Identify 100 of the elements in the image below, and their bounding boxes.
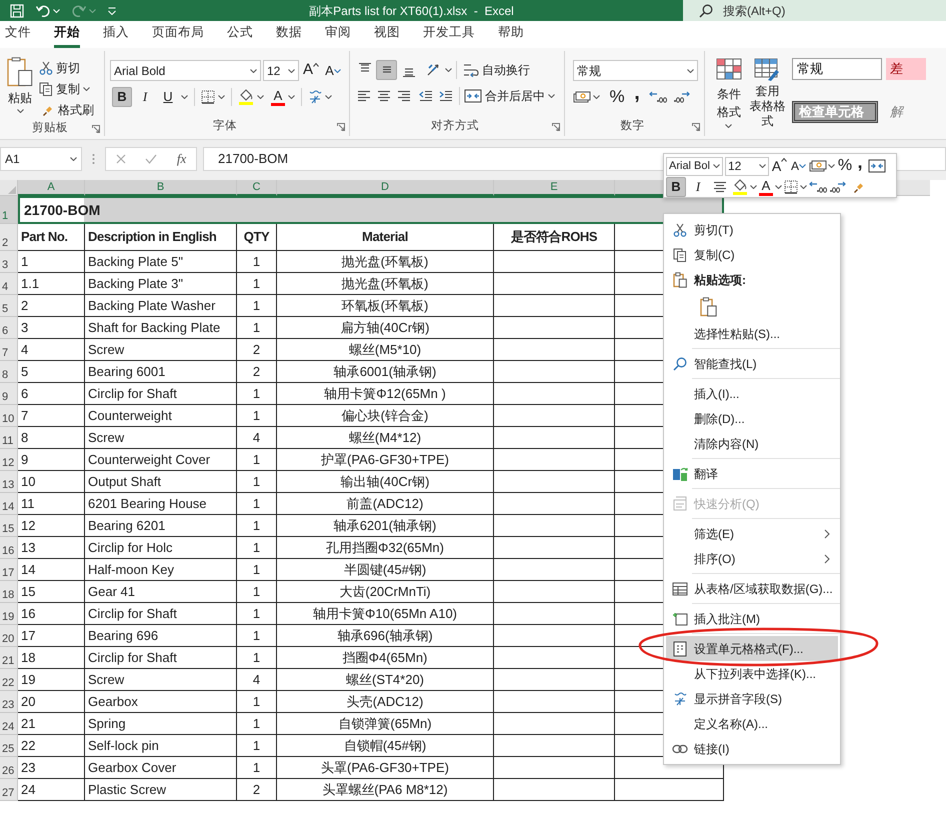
menu-item[interactable]: 插入批注(M) (666, 606, 838, 631)
row-header[interactable]: 14 (0, 493, 18, 515)
menu-item[interactable]: 翻译 (666, 461, 838, 486)
paste-button[interactable]: 粘贴 (4, 57, 36, 120)
copy-button[interactable]: 复制 (39, 78, 94, 99)
format-as-table-button[interactable]: 套用 表格格式 (748, 58, 786, 139)
customize-toolbar-button[interactable] (108, 6, 116, 14)
wrap-text-button[interactable]: 自动换行 (463, 60, 530, 80)
copy-icon (39, 82, 53, 96)
menu-item[interactable]: 复制(C) (666, 242, 838, 267)
row-header[interactable]: 4 (0, 273, 18, 295)
percent-button[interactable]: % (608, 87, 626, 107)
menu-item[interactable]: 智能查找(L) (666, 351, 838, 376)
cut-button[interactable]: 剪切 (39, 57, 94, 78)
row-header[interactable]: 19 (0, 603, 18, 625)
column-header[interactable]: C (237, 180, 277, 196)
search-box[interactable]: 搜索(Alt+Q) (683, 0, 946, 21)
bold-button[interactable]: B (666, 177, 686, 197)
fill-color-button[interactable] (238, 87, 264, 107)
row-header[interactable]: 12 (0, 449, 18, 471)
row-header[interactable]: 16 (0, 537, 18, 559)
ribbon-tab[interactable]: 视图 (374, 23, 400, 48)
font-size-field[interactable]: 12 (263, 60, 299, 81)
italic-button[interactable]: I (688, 177, 708, 197)
menu-item[interactable]: 删除(D)... (666, 406, 838, 431)
row-header[interactable]: 2 (0, 224, 18, 251)
name-box[interactable]: A1 (0, 147, 82, 171)
row-header[interactable]: 9 (0, 383, 18, 405)
column-header[interactable]: E (494, 180, 615, 196)
dialog-launcher-button[interactable] (692, 123, 700, 131)
title-cell[interactable]: 21700-BOM (18, 196, 724, 224)
search-field[interactable]: 搜索(Alt+Q) (723, 2, 873, 20)
row-header[interactable]: 11 (0, 427, 18, 449)
ribbon-tab[interactable]: 插入 (103, 23, 129, 48)
menu-item[interactable]: 设置单元格格式(F)... (666, 636, 838, 661)
font-size-field[interactable]: 12 (725, 156, 769, 176)
bold-button[interactable]: B (112, 87, 132, 107)
row-header[interactable]: 18 (0, 581, 18, 603)
menu-item[interactable]: 插入(I)... (666, 381, 838, 406)
row-header[interactable]: 3 (0, 251, 18, 273)
ribbon-tab[interactable]: 数据 (276, 23, 302, 48)
row-header[interactable]: 22 (0, 669, 18, 691)
row-header[interactable]: 10 (0, 405, 18, 427)
number-format-field[interactable]: 常规 (573, 60, 698, 81)
row-header[interactable]: 20 (0, 625, 18, 647)
column-header[interactable]: B (85, 180, 237, 196)
row-header[interactable]: 5 (0, 295, 18, 317)
row-header[interactable]: 21 (0, 647, 18, 669)
menu-item[interactable]: 筛选(E) (666, 521, 838, 546)
middle-align-button[interactable] (376, 60, 397, 80)
ribbon-tab[interactable]: 开发工具 (423, 23, 475, 48)
row-header[interactable]: 24 (0, 713, 18, 735)
row-header[interactable]: 15 (0, 515, 18, 537)
menu-item[interactable]: 定义名称(A)... (666, 711, 838, 736)
dialog-launcher-button[interactable] (552, 123, 560, 131)
row-header[interactable]: 25 (0, 735, 18, 757)
merge-center-button[interactable]: 合并后居中 (464, 86, 555, 106)
ribbon-tab[interactable]: 审阅 (325, 23, 351, 48)
row-header[interactable]: 8 (0, 361, 18, 383)
row-header[interactable]: 6 (0, 317, 18, 339)
dialog-launcher-button[interactable] (92, 124, 100, 133)
menu-item[interactable]: 链接(I) (666, 736, 838, 761)
save-button[interactable] (10, 4, 24, 18)
menu-item[interactable]: 清除内容(N) (666, 431, 838, 456)
shrink-font-button[interactable]: A (323, 60, 343, 80)
menu-item[interactable]: 从表格/区域获取数据(G)... (666, 576, 838, 601)
row-header[interactable]: 17 (0, 559, 18, 581)
row-header[interactable]: 1 (0, 196, 18, 224)
ribbon-tab[interactable]: 页面布局 (152, 23, 204, 48)
font-color-button[interactable]: A (271, 87, 295, 107)
menu-item[interactable]: 从下拉列表中选择(K)... (666, 661, 838, 686)
menu-item[interactable]: 选择性粘贴(S)... (666, 321, 838, 346)
font-color-button[interactable]: A (759, 177, 782, 197)
ribbon-tab[interactable]: 文件 (5, 23, 31, 48)
font-name-field[interactable]: Arial Bold (110, 60, 261, 81)
format-painter-button[interactable]: 格式刷 (39, 99, 94, 120)
font-name-field[interactable]: Arial Bol (666, 156, 723, 176)
row-header[interactable]: 7 (0, 339, 18, 361)
cell-style-option[interactable]: 常规 (792, 58, 882, 80)
undo-button[interactable] (36, 4, 60, 17)
fill-color-button[interactable] (732, 177, 757, 197)
cell-style-option[interactable]: 解 (886, 100, 926, 122)
grow-font-button[interactable]: A (301, 60, 321, 80)
menu-item[interactable]: 显示拼音字段(S) (666, 686, 838, 711)
row-header[interactable]: 27 (0, 779, 18, 801)
dialog-launcher-button[interactable] (337, 123, 345, 131)
row-header[interactable]: 13 (0, 471, 18, 493)
underline-button[interactable]: U (158, 87, 178, 107)
ribbon-tab[interactable]: 帮助 (498, 23, 524, 48)
italic-button[interactable]: I (135, 87, 155, 107)
insert-function-button[interactable]: fx (176, 149, 186, 169)
column-header[interactable]: D (277, 180, 494, 196)
row-header[interactable]: 23 (0, 691, 18, 713)
comma-button[interactable]: , (630, 87, 644, 107)
ribbon-tab[interactable]: 公式 (227, 23, 253, 48)
cell-style-option[interactable]: 差 (886, 58, 926, 80)
row-header[interactable]: 26 (0, 757, 18, 779)
column-header[interactable]: A (18, 180, 85, 196)
menu-item[interactable]: 排序(O) (666, 546, 838, 571)
conditional-format-button[interactable]: 条件格式 (711, 58, 747, 139)
